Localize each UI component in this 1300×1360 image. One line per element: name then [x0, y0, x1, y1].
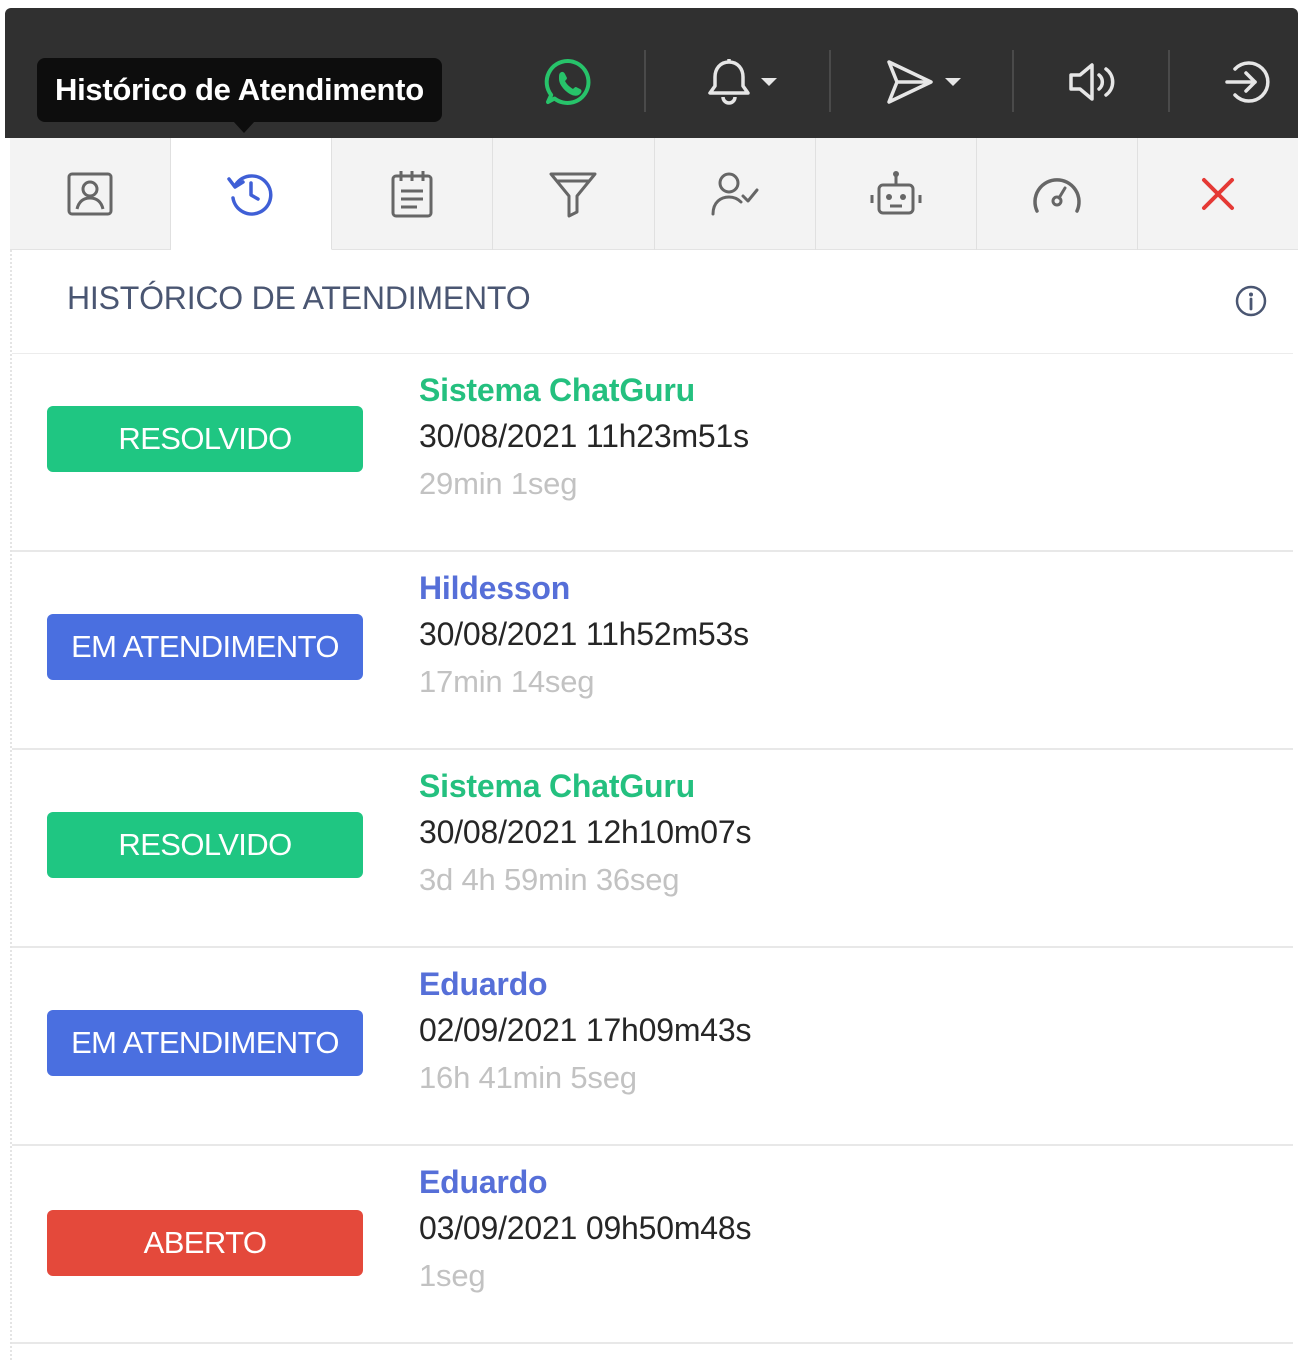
speedometer-icon: [1033, 178, 1081, 213]
tab-close[interactable]: [1138, 138, 1298, 250]
history-item: RESOLVIDO Sistema ChatGuru 30/08/2021 12…: [12, 750, 1293, 948]
logout-icon: [1225, 61, 1270, 103]
agent-name: Hildesson: [419, 570, 571, 606]
chat-side-panel: Histórico de Atendimento HISTÓRICO DE AT…: [5, 8, 1298, 1360]
tab-notes[interactable]: [332, 138, 494, 250]
duration: 16h 41min 5seg: [419, 1060, 637, 1095]
logout-button[interactable]: [1220, 52, 1276, 112]
history-item: ABERTO Eduardo 03/09/2021 09h50m48s 1seg: [12, 1146, 1293, 1344]
tab-filter[interactable]: [493, 138, 655, 250]
close-icon: [1201, 178, 1234, 210]
tab-contact[interactable]: [10, 138, 172, 250]
bell-icon: [708, 59, 750, 105]
datetime: 30/08/2021 12h10m07s: [419, 814, 752, 850]
chevron-down-icon: [945, 78, 961, 86]
send-icon: [887, 60, 933, 104]
status-badge[interactable]: RESOLVIDO: [47, 812, 363, 878]
agent-name: Eduardo: [419, 966, 548, 1002]
tab-performance[interactable]: [977, 138, 1138, 250]
sound-toggle-button[interactable]: [1065, 52, 1121, 112]
history-item: EM ATENDIMENTO Eduardo 02/09/2021 17h09m…: [12, 948, 1293, 1146]
duration: 1seg: [419, 1258, 486, 1293]
duration: 29min 1seg: [419, 466, 578, 501]
datetime: 30/08/2021 11h23m51s: [419, 418, 749, 454]
top-toolbar: Histórico de Atendimento: [5, 8, 1298, 138]
contact-card-icon: [67, 172, 113, 216]
user-check-icon: [711, 172, 759, 216]
tab-bar: [10, 138, 1298, 250]
agent-name: Eduardo: [419, 1164, 548, 1200]
status-badge[interactable]: EM ATENDIMENTO: [47, 1010, 363, 1076]
tab-bot[interactable]: [816, 138, 977, 250]
chevron-down-icon: [761, 78, 777, 86]
agent-name: Sistema ChatGuru: [419, 768, 695, 804]
filter-icon: [549, 172, 597, 218]
agent-name: Sistema ChatGuru: [419, 372, 695, 408]
speaker-icon: [1069, 63, 1115, 101]
section-header: HISTÓRICO DE ATENDIMENTO: [12, 250, 1293, 354]
history-item: RESOLVIDO Sistema ChatGuru 30/08/2021 11…: [12, 354, 1293, 552]
notifications-button[interactable]: [701, 52, 783, 112]
history-panel: HISTÓRICO DE ATENDIMENTO RESOLVIDO Siste…: [10, 250, 1293, 1360]
status-badge[interactable]: ABERTO: [47, 1210, 363, 1276]
notes-icon: [391, 171, 433, 218]
whatsapp-button[interactable]: [540, 52, 596, 112]
status-badge[interactable]: EM ATENDIMENTO: [47, 614, 363, 680]
whatsapp-icon: [544, 58, 591, 105]
separator: [829, 50, 831, 112]
history-item: EM ATENDIMENTO Hildesson 30/08/2021 11h5…: [12, 552, 1293, 750]
datetime: 02/09/2021 17h09m43s: [419, 1012, 752, 1048]
status-badge[interactable]: RESOLVIDO: [47, 406, 363, 472]
duration: 3d 4h 59min 36seg: [419, 862, 680, 897]
history-icon: [227, 173, 273, 216]
datetime: 30/08/2021 11h52m53s: [419, 616, 749, 652]
info-icon[interactable]: [1234, 284, 1268, 318]
tab-assign-user[interactable]: [655, 138, 816, 250]
robot-icon: [870, 171, 922, 215]
separator: [644, 50, 646, 112]
separator: [1168, 50, 1170, 112]
tooltip: Histórico de Atendimento: [37, 58, 442, 133]
tab-history[interactable]: [171, 138, 333, 250]
section-title: HISTÓRICO DE ATENDIMENTO: [67, 280, 531, 316]
separator: [1012, 50, 1014, 112]
datetime: 03/09/2021 09h50m48s: [419, 1210, 752, 1246]
send-button[interactable]: [881, 52, 965, 112]
duration: 17min 14seg: [419, 664, 595, 699]
